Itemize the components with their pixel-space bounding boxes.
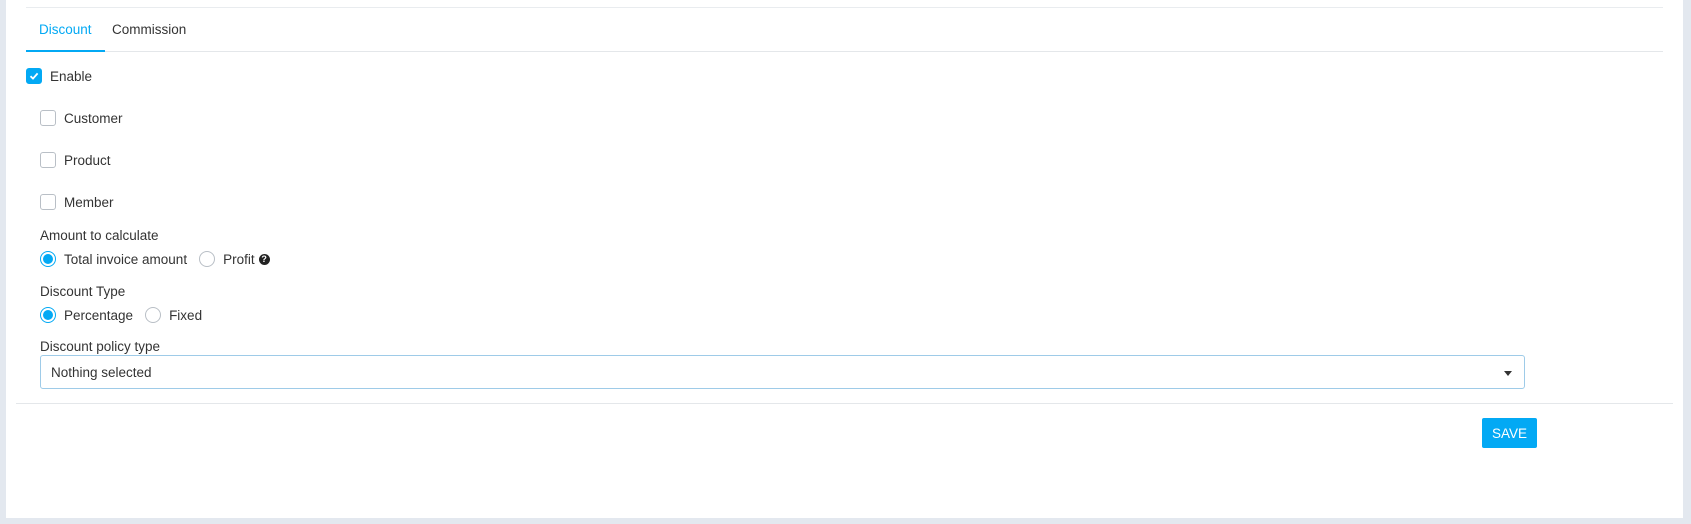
settings-card: Discount Commission Enable Customer Prod… — [6, 0, 1683, 518]
enable-row: Enable — [26, 68, 92, 84]
customer-label: Customer — [64, 110, 123, 126]
percentage-radio[interactable] — [40, 307, 56, 323]
footer-divider — [16, 403, 1673, 404]
discount-type-title: Discount Type — [40, 284, 126, 299]
product-label: Product — [64, 152, 111, 168]
discount-type-options: Percentage Fixed — [40, 307, 202, 323]
policy-type-value: Nothing selected — [51, 364, 152, 380]
profit-radio[interactable] — [199, 251, 216, 267]
amount-options: Total invoice amount Profit ? — [40, 251, 270, 267]
customer-row: Customer — [40, 110, 123, 126]
total-invoice-radio[interactable] — [40, 251, 56, 267]
product-row: Product — [40, 152, 111, 168]
product-checkbox[interactable] — [40, 152, 56, 168]
member-label: Member — [64, 194, 114, 210]
policy-type-title: Discount policy type — [40, 339, 161, 354]
fixed-radio[interactable] — [145, 307, 162, 323]
member-checkbox[interactable] — [40, 194, 56, 210]
enable-label: Enable — [50, 68, 93, 84]
total-invoice-label: Total invoice amount — [64, 251, 188, 267]
profit-label: Profit — [223, 251, 255, 267]
checkmark-icon — [29, 72, 39, 80]
chevron-down-icon — [1504, 371, 1512, 376]
member-row: Member — [40, 194, 114, 210]
customer-checkbox[interactable] — [40, 110, 56, 126]
enable-checkbox[interactable] — [26, 68, 42, 84]
tab-discount[interactable]: Discount — [26, 8, 105, 52]
amount-to-calculate-title: Amount to calculate — [40, 228, 159, 243]
tab-bar: Discount Commission — [26, 8, 1663, 52]
question-circle-icon[interactable]: ? — [258, 253, 270, 265]
fixed-label: Fixed — [169, 307, 203, 323]
save-button[interactable]: SAVE — [1482, 418, 1537, 448]
policy-type-select[interactable]: Nothing selected — [40, 355, 1525, 389]
tab-commission[interactable]: Commission — [99, 8, 199, 51]
percentage-label: Percentage — [64, 307, 134, 323]
